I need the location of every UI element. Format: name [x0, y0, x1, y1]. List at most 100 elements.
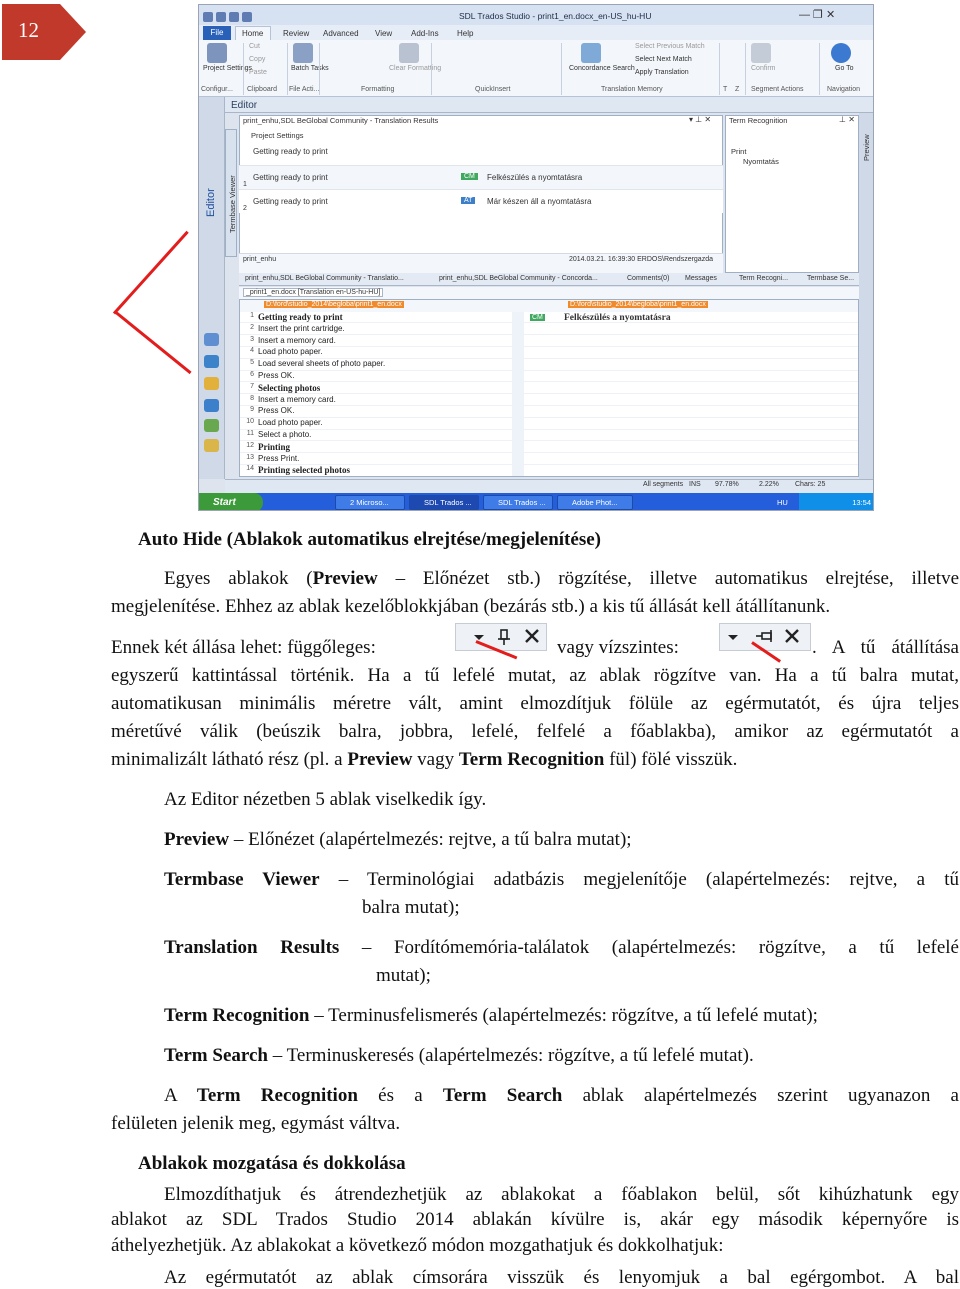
paste-button[interactable]: Paste: [249, 69, 267, 76]
tab-comments[interactable]: Comments(0): [627, 275, 669, 282]
group-clipboard: Clipboard: [247, 86, 277, 93]
grid-row[interactable]: 10Load photo paper.P: [240, 418, 858, 430]
tab-file[interactable]: File: [203, 26, 231, 40]
tab-add-ins[interactable]: Add-Ins: [411, 29, 439, 38]
quick-access-toolbar[interactable]: [203, 9, 257, 22]
editor-side-label[interactable]: Editor: [205, 188, 217, 217]
grid-path-right: D:\ford\studio_2014\begloba\print1_en.do…: [568, 301, 708, 308]
grid-row-source: Insert a memory card.: [258, 394, 336, 404]
apply-translation-button[interactable]: Apply Translation: [635, 69, 689, 76]
cut-button[interactable]: Cut: [249, 43, 260, 50]
grid-row[interactable]: 11Select a photo.P: [240, 430, 858, 442]
preview-side-tab[interactable]: [859, 113, 873, 479]
tab-help[interactable]: Help: [457, 29, 473, 38]
nav-projects-icon[interactable]: [204, 333, 219, 346]
term-recognition-term[interactable]: Print: [731, 147, 746, 156]
grid-row[interactable]: 3Insert a memory card.P: [240, 336, 858, 347]
taskbar-button-trados-2[interactable]: SDL Trados ...: [483, 495, 553, 510]
grid-row[interactable]: 5Load several sheets of photo paper.P: [240, 359, 858, 371]
taskbar-button-word[interactable]: 2 Microso...: [335, 495, 405, 510]
translation-results-header: print_enhu,SDL BeGlobal Community - Tran…: [243, 116, 439, 125]
status-ins: INS: [689, 481, 701, 488]
callout-arrow-upper: [112, 230, 189, 315]
grid-row1-target[interactable]: Felkészülés a nyomtatásra: [564, 313, 671, 323]
tr-row-2-tag: AT: [461, 197, 476, 204]
tab-term-recognition[interactable]: Term Recogni...: [739, 275, 788, 282]
list-item-termbase-viewer-cont: balra mutat);: [362, 897, 460, 918]
nav-editor-icon[interactable]: [204, 419, 219, 432]
grid-row[interactable]: 6Press OK.P: [240, 371, 858, 383]
grid-row-source: Load several sheets of photo paper.: [258, 359, 386, 369]
batch-tasks-label: Batch Tasks: [291, 65, 329, 72]
grid-row-number: 1: [250, 312, 254, 319]
tab-termbase-search[interactable]: Termbase Se...: [807, 275, 854, 282]
project-settings-icon[interactable]: [207, 43, 227, 63]
select-next-match-button[interactable]: Select Next Match: [635, 56, 692, 63]
editor-view-title: Editor: [231, 100, 258, 111]
para2-line1-c: . A tű átállítása: [812, 637, 959, 658]
tr-source-line: Getting ready to print: [253, 147, 328, 156]
nav-reports-icon[interactable]: [204, 377, 219, 390]
tab-view[interactable]: View: [375, 29, 392, 38]
concordance-search-icon[interactable]: [581, 43, 601, 63]
status-segments-filter[interactable]: All segments: [643, 481, 683, 488]
group-configur: Configur...: [201, 86, 233, 93]
taskbar-button-photoshop[interactable]: Adobe Phot...: [557, 495, 633, 510]
term-recognition-translation[interactable]: Nyomtatás: [743, 157, 779, 166]
window-controls[interactable]: — ❐ ✕: [799, 8, 835, 21]
batch-tasks-icon[interactable]: [293, 43, 313, 63]
clear-formatting-icon[interactable]: [399, 43, 419, 63]
page-number: 12: [18, 18, 39, 42]
tab-concordance[interactable]: print_enhu,SDL BeGlobal Community - Conc…: [439, 275, 598, 282]
tab-review[interactable]: Review: [283, 29, 309, 38]
grid-file-tab[interactable]: _print1_en.docx [Translation en-US-hu-HU…: [243, 288, 384, 297]
grid-row[interactable]: 12PrintingH: [240, 442, 858, 454]
concordance-search-label: Concordance Search: [569, 65, 635, 72]
go-to-icon[interactable]: [831, 43, 851, 63]
group-quickinsert: QuickInsert: [475, 86, 511, 93]
grid-row[interactable]: 14Printing selected photosH: [240, 465, 858, 476]
nav-welcome-icon[interactable]: [204, 439, 219, 452]
nav-tm-icon[interactable]: [204, 399, 219, 412]
tab-translation-results[interactable]: print_enhu,SDL BeGlobal Community - Tran…: [245, 275, 404, 282]
grid-row-source: Press OK.: [258, 406, 295, 416]
taskbar-language[interactable]: HU: [777, 498, 788, 507]
group-t: T: [723, 86, 728, 93]
go-to-label: Go To: [835, 65, 854, 72]
list-item-translation-results: Translation Results – Fordítómemória-tal…: [164, 937, 959, 958]
grid-row[interactable]: 13Press Print.P: [240, 453, 858, 465]
grid-row[interactable]: 8Insert a memory card.P: [240, 394, 858, 406]
taskbar-button-trados-1[interactable]: SDL Trados ...: [409, 495, 479, 510]
grid-row[interactable]: 1Getting ready to printH: [240, 312, 858, 324]
grid-row-number: 13: [246, 453, 254, 461]
grid-row-source: Printing selected photos: [258, 465, 350, 476]
start-button[interactable]: Start: [199, 493, 263, 510]
tr-row-1-target: Felkészülés a nyomtatásra: [487, 173, 583, 182]
term-recognition-pin-icon[interactable]: ⊥ ✕: [839, 115, 855, 124]
term-recognition-panel: [725, 115, 859, 273]
select-previous-match-button[interactable]: Select Previous Match: [635, 43, 705, 50]
tab-advanced[interactable]: Advanced: [323, 29, 359, 38]
window-title: SDL Trados Studio - print1_en.docx_en-US…: [459, 11, 652, 21]
tab-home[interactable]: Home: [242, 29, 263, 38]
grid-row[interactable]: 7Selecting photosH: [240, 383, 858, 395]
taskbar-clock: 13:54: [799, 493, 873, 510]
translation-results-pin-icon[interactable]: ▾ ⊥ ✕: [689, 115, 711, 124]
para2-line3: automatikusan minimális méretre vált, am…: [111, 693, 959, 714]
clear-formatting-label: Clear Formatting: [389, 65, 442, 72]
pin-vertical-icon: [474, 629, 539, 645]
tab-messages[interactable]: Messages: [685, 275, 717, 282]
tr-footer-name: print_enhu: [243, 256, 277, 263]
confirm-icon[interactable]: [751, 43, 771, 63]
para6-line1: Az egérmutatót az ablak címsorára visszü…: [164, 1267, 959, 1288]
grid-row1-tag: CM: [530, 314, 545, 321]
nav-files-icon[interactable]: [204, 355, 219, 368]
para4-line2: felületen jelenik meg, egymást váltva.: [111, 1113, 401, 1134]
heading-auto-hide: Auto Hide (Ablakok automatikus elrejtése…: [138, 529, 601, 550]
grid-row[interactable]: 2Insert the print cartridge.P: [240, 324, 858, 336]
grid-row-number: 9: [250, 406, 254, 414]
project-settings-link[interactable]: Project Settings: [251, 131, 304, 140]
grid-row[interactable]: 9Press OK.P: [240, 406, 858, 418]
copy-button[interactable]: Copy: [249, 56, 265, 63]
grid-row[interactable]: 4Load photo paper.P: [240, 347, 858, 359]
